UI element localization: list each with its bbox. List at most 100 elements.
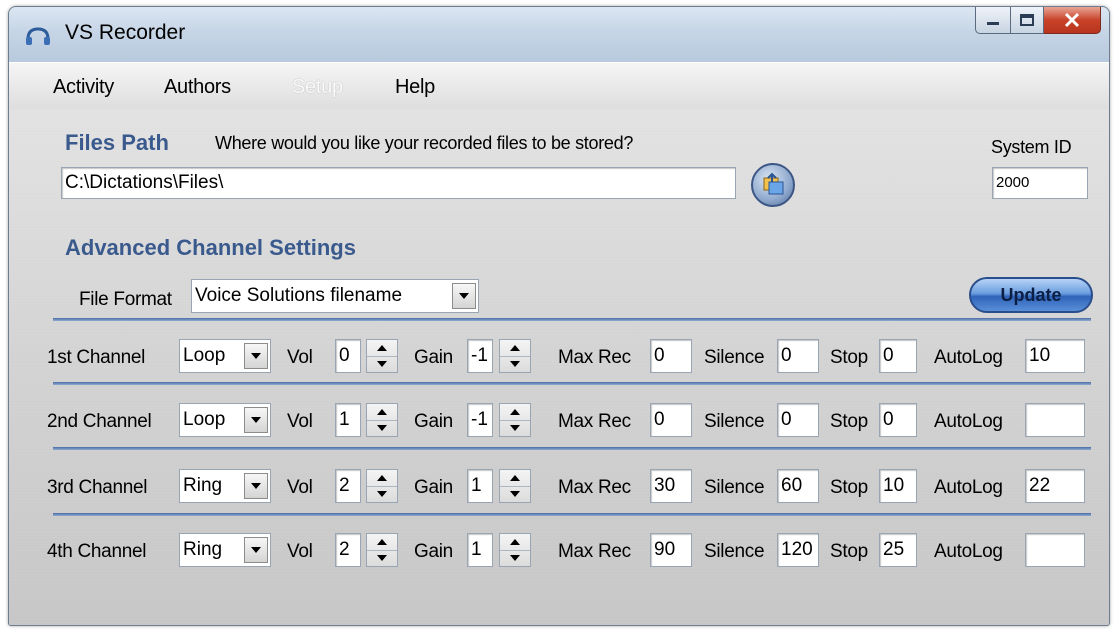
channel-2-vol-spinner[interactable] (366, 403, 398, 437)
channel-3-max-rec-input[interactable]: 30 (650, 469, 692, 503)
channel-2-silence-input[interactable]: 0 (777, 403, 819, 437)
channel-1-mode-select[interactable]: Loop (179, 339, 271, 373)
channel-2-silence-label: Silence (704, 411, 765, 432)
title-bar[interactable]: VS Recorder (9, 7, 1109, 62)
advanced-settings-heading: Advanced Channel Settings (65, 235, 356, 260)
channel-4-mode-select[interactable]: Ring (179, 533, 271, 567)
file-format-dropdown-arrow[interactable] (452, 283, 476, 309)
spin-up-icon[interactable] (367, 470, 397, 487)
channel-1-autolog-label: AutoLog (934, 347, 1003, 368)
spin-up-icon[interactable] (500, 340, 530, 357)
channel-4-stop-input[interactable]: 25 (879, 533, 917, 567)
file-format-select[interactable]: Voice Solutions filename (191, 279, 479, 313)
channel-2-vol-input[interactable]: 1 (335, 403, 361, 437)
spin-up-icon[interactable] (500, 470, 530, 487)
spin-up-icon[interactable] (367, 340, 397, 357)
channel-1-gain-spinner[interactable] (499, 339, 531, 373)
channel-3-gain-label: Gain (414, 477, 453, 498)
channel-4-max-rec-input[interactable]: 90 (650, 533, 692, 567)
file-format-value: Voice Solutions filename (195, 285, 403, 306)
channel-3-gain-spinner[interactable] (499, 469, 531, 503)
channel-1-vol-label: Vol (287, 347, 313, 368)
channel-4-autolog-label: AutoLog (934, 541, 1003, 562)
channel-1-vol-input[interactable]: 0 (335, 339, 361, 373)
menu-setup[interactable]: Setup (292, 76, 343, 99)
channel-4-gain-spinner[interactable] (499, 533, 531, 567)
folder-browse-icon (763, 172, 784, 195)
channel-1-silence-input[interactable]: 0 (777, 339, 819, 373)
channel-1-gain-input[interactable]: -1 (467, 339, 493, 373)
channel-4-autolog-input[interactable] (1025, 533, 1085, 567)
channel-2-max-rec-input[interactable]: 0 (650, 403, 692, 437)
channel-3-mode-dropdown-arrow[interactable] (244, 473, 268, 499)
channel-1-autolog-input[interactable]: 10 (1025, 339, 1085, 373)
channel-separator (53, 513, 1091, 516)
spin-up-icon[interactable] (500, 534, 530, 551)
channel-3-vol-spinner[interactable] (366, 469, 398, 503)
spin-up-icon[interactable] (367, 404, 397, 421)
channel-1-max-rec-input[interactable]: 0 (650, 339, 692, 373)
files-path-heading: Files Path (65, 130, 169, 155)
spin-down-icon[interactable] (500, 550, 530, 566)
spin-down-icon[interactable] (500, 420, 530, 436)
channel-4-mode-value: Ring (183, 539, 223, 560)
channel-1-max-rec-label: Max Rec (558, 347, 631, 368)
menu-authors[interactable]: Authors (164, 76, 231, 99)
channel-1-stop-input[interactable]: 0 (879, 339, 917, 373)
channel-4-vol-spinner[interactable] (366, 533, 398, 567)
channel-separator (53, 447, 1091, 450)
channel-2-mode-value: Loop (183, 409, 226, 430)
spin-down-icon[interactable] (367, 420, 397, 436)
maximize-button[interactable] (1011, 7, 1044, 34)
menu-activity[interactable]: Activity (53, 76, 114, 99)
files-path-input[interactable]: C:\Dictations\Files\ (61, 167, 736, 199)
minimize-button[interactable] (975, 7, 1011, 34)
app-window: VS Recorder Activity Authors Setup Help … (8, 6, 1110, 626)
channel-4-vol-input[interactable]: 2 (335, 533, 361, 567)
channel-2-gain-spinner[interactable] (499, 403, 531, 437)
spin-down-icon[interactable] (367, 356, 397, 372)
spin-down-icon[interactable] (500, 356, 530, 372)
channel-4-mode-dropdown-arrow[interactable] (244, 537, 268, 563)
channel-2-gain-input[interactable]: -1 (467, 403, 493, 437)
spin-down-icon[interactable] (367, 486, 397, 502)
channel-4-stop-label: Stop (830, 541, 868, 562)
spin-down-icon[interactable] (367, 550, 397, 566)
chevron-down-icon (251, 353, 261, 359)
channel-4-vol-label: Vol (287, 541, 313, 562)
channel-4-max-rec-label: Max Rec (558, 541, 631, 562)
channel-separator (53, 382, 1091, 385)
close-button[interactable] (1044, 7, 1101, 34)
channel-1-mode-dropdown-arrow[interactable] (244, 343, 268, 369)
channel-3-autolog-label: AutoLog (934, 477, 1003, 498)
spin-up-icon[interactable] (500, 404, 530, 421)
channel-3-gain-input[interactable]: 1 (467, 469, 493, 503)
channel-2-mode-select[interactable]: Loop (179, 403, 271, 437)
browse-folder-button[interactable] (751, 163, 795, 207)
spin-up-icon[interactable] (367, 534, 397, 551)
channel-3-vol-input[interactable]: 2 (335, 469, 361, 503)
channel-3-name-label: 3rd Channel (47, 477, 148, 498)
chevron-down-icon (251, 417, 261, 423)
spin-down-icon[interactable] (500, 486, 530, 502)
channel-1-vol-spinner[interactable] (366, 339, 398, 373)
channel-3-autolog-input[interactable]: 22 (1025, 469, 1085, 503)
update-button[interactable]: Update (969, 277, 1093, 313)
channel-2-mode-dropdown-arrow[interactable] (244, 407, 268, 433)
channel-2-stop-input[interactable]: 0 (879, 403, 917, 437)
channel-4-silence-input[interactable]: 120 (777, 533, 819, 567)
menu-help[interactable]: Help (395, 76, 435, 99)
system-id-input[interactable]: 2000 (992, 167, 1088, 199)
channel-3-stop-input[interactable]: 10 (879, 469, 917, 503)
maximize-icon (1020, 14, 1034, 26)
channel-4-name-label: 4th Channel (47, 541, 147, 562)
channel-4-silence-label: Silence (704, 541, 765, 562)
chevron-down-icon (251, 547, 261, 553)
channel-4-gain-input[interactable]: 1 (467, 533, 493, 567)
channel-2-autolog-input[interactable] (1025, 403, 1085, 437)
channel-2-vol-label: Vol (287, 411, 313, 432)
channel-2-autolog-label: AutoLog (934, 411, 1003, 432)
system-id-label: System ID (991, 137, 1072, 157)
channel-3-silence-input[interactable]: 60 (777, 469, 819, 503)
channel-3-mode-select[interactable]: Ring (179, 469, 271, 503)
